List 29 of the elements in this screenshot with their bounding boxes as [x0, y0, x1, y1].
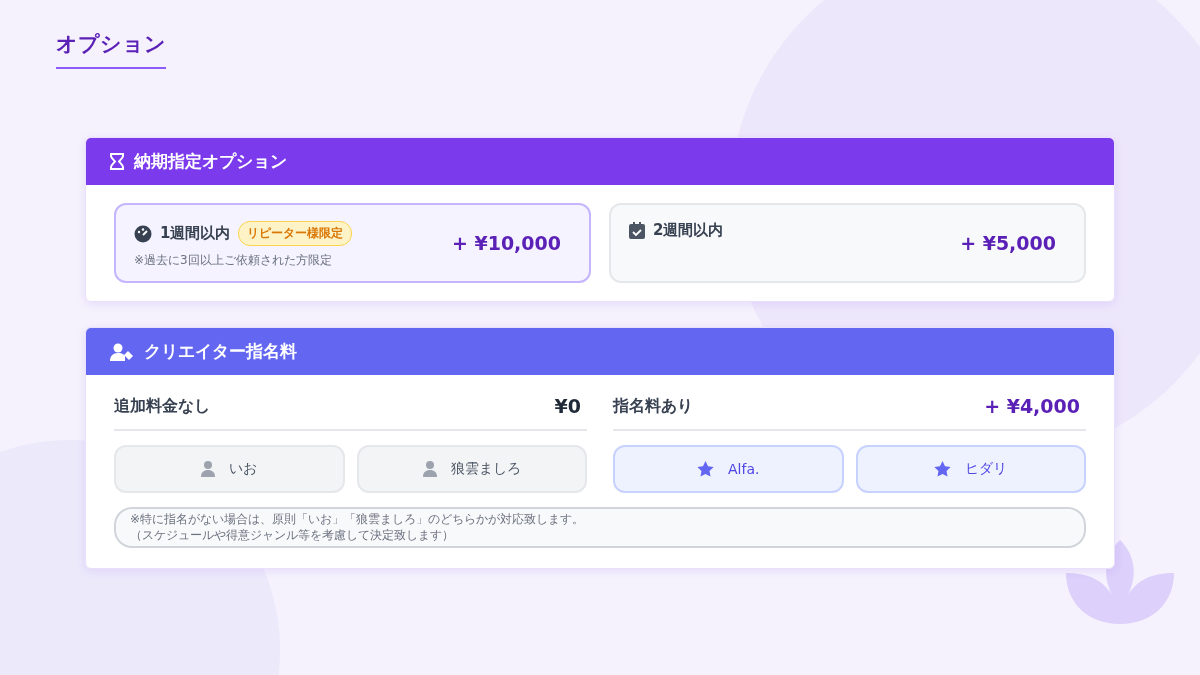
creator-button[interactable]: ヒダリ [855, 445, 1086, 493]
group-label: 指名料あり [613, 395, 693, 417]
option-note: ※過去に3回以上ご依頼された方限定 [134, 252, 333, 269]
option-label: 1週間以内 [160, 224, 231, 243]
user-tag-icon [110, 342, 134, 361]
calendar-check-icon [629, 222, 645, 239]
note-text: ※特に指名がない場合は、原則「いお」「狼雲ましろ」のどちらかが対応致します。 [130, 512, 586, 528]
card-title: クリエイター指名料 [144, 340, 297, 363]
creator-button[interactable]: いお [114, 445, 345, 493]
option-price: + ¥5,000 [960, 232, 1057, 254]
repeater-badge: リピーター様限定 [238, 221, 353, 246]
card-title: 納期指定オプション [134, 150, 287, 173]
option-price: + ¥10,000 [451, 232, 562, 254]
group-price: + ¥4,000 [984, 395, 1081, 417]
group-price: ¥0 [554, 395, 582, 417]
creator-button[interactable]: 狼雲ましろ [356, 445, 587, 493]
page-title: オプション [56, 30, 166, 69]
star-icon [697, 461, 715, 477]
delivery-option[interactable]: 1週間以内 リピーター様限定 ※過去に3回以上ご依頼された方限定 + ¥10,000 [114, 203, 591, 283]
creator-button[interactable]: Alfa. [613, 445, 844, 493]
gauge-icon [134, 224, 152, 243]
group-label: 追加料金なし [114, 395, 210, 417]
option-label: 2週間以内 [653, 221, 724, 240]
person-icon [422, 461, 437, 477]
delivery-option[interactable]: 2週間以内 + ¥5,000 [609, 203, 1086, 283]
star-icon [934, 461, 952, 477]
person-icon [201, 461, 216, 477]
note-text: （スケジュールや得意ジャンル等を考慮して決定致します） [130, 527, 455, 544]
hourglass-icon [110, 153, 124, 170]
